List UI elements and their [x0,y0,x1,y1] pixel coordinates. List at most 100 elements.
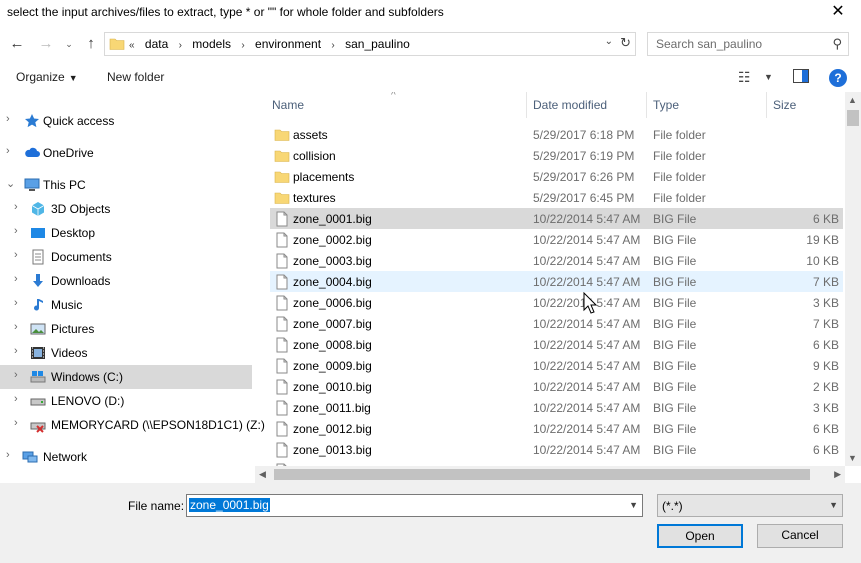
column-header-date-modified[interactable]: Date modified [526,92,646,118]
file-name-input[interactable]: zone_0001.big ▼ [186,494,643,517]
forward-arrow-icon[interactable]: → [36,34,56,54]
breadcrumb-item-data[interactable]: data [145,37,168,51]
chevron-right-icon[interactable]: › [14,273,18,285]
table-row[interactable]: zone_0010.big 10/22/2014 5:47 AM BIG File 2… [270,376,843,397]
breadcrumb-item-san-paulino[interactable]: san_paulino [345,37,410,51]
chevron-right-icon[interactable]: › [14,345,18,357]
table-row[interactable]: placements 5/29/2017 6:26 PM File folder [270,166,843,187]
file-date-modified: 10/22/2014 5:47 AM [533,317,641,331]
chevron-right-icon[interactable]: › [14,201,18,213]
open-button[interactable]: Open [657,524,743,548]
scroll-up-icon[interactable]: ▲ [848,95,857,105]
chevron-right-icon[interactable]: › [6,145,10,157]
table-row[interactable]: zone_0009.big 10/22/2014 5:47 AM BIG File 9… [270,355,843,376]
table-row[interactable]: zone_0002.big 10/22/2014 5:47 AM BIG File 1… [270,229,843,250]
change-view-icon[interactable]: ☷ [738,69,751,86]
table-row[interactable]: textures 5/29/2017 6:45 PM File folder [270,187,843,208]
nav-item-3d-objects[interactable]: › 3D Objects [0,197,252,221]
nav-item-label: Windows (C:) [51,370,124,384]
search-input[interactable]: Search san_paulino ⚲ [647,32,849,56]
column-header-type[interactable]: Type [646,92,766,118]
chevron-down-icon[interactable]: ⌄ [6,177,15,190]
table-row[interactable]: assets 5/29/2017 6:18 PM File folder [270,124,843,145]
file-name: zone_0008.big [293,338,372,352]
view-options-chevron-icon[interactable]: ▼ [764,72,773,82]
nav-item-network[interactable]: › Network [0,445,252,469]
scroll-left-icon[interactable]: ◀ [259,469,266,480]
organize-button[interactable]: Organize ▼ [16,70,78,84]
nav-item-windows-c[interactable]: › Windows (C:) [0,365,252,389]
table-row[interactable]: zone_0013.big 10/22/2014 5:47 AM BIG File 6… [270,439,843,460]
chevron-right-icon[interactable]: › [14,393,18,405]
folder-icon [274,129,290,141]
table-row[interactable]: collision 5/29/2017 6:19 PM File folder [270,145,843,166]
file-type-filter-select[interactable]: (*.*) ▼ [657,494,843,517]
breadcrumb-item-models[interactable]: models [192,37,231,51]
folder-icon [274,192,290,204]
address-bar[interactable]: « data › models › environment › san_paul… [104,32,636,56]
chevron-down-icon[interactable]: ▼ [629,500,638,510]
nav-item-label: Music [51,298,83,312]
nav-item-pictures[interactable]: › Pictures [0,317,252,341]
table-row[interactable]: zone_0003.big 10/22/2014 5:47 AM BIG File 1… [270,250,843,271]
nav-item-label: Videos [51,346,88,360]
close-icon[interactable]: ✕ [815,0,861,27]
chevron-right-icon[interactable]: › [14,369,18,381]
help-icon[interactable]: ? [829,69,847,87]
breadcrumb-overflow[interactable]: « [129,40,135,51]
table-row[interactable]: zone_0008.big 10/22/2014 5:47 AM BIG File 6… [270,334,843,355]
table-row[interactable]: zone_0007.big 10/22/2014 5:47 AM BIG File 7… [270,313,843,334]
chevron-right-icon[interactable]: › [14,321,18,333]
nav-item-music[interactable]: › Music [0,293,252,317]
table-row[interactable]: zone_0004.big 10/22/2014 5:47 AM BIG File 7… [270,271,843,292]
scroll-down-icon[interactable]: ▼ [848,453,857,463]
refresh-icon[interactable]: ↻ [620,35,631,51]
breadcrumb-separator-icon[interactable]: › [331,40,334,51]
recent-locations-chevron-icon[interactable]: ⌄ [63,34,75,54]
scroll-right-icon[interactable]: ▶ [834,469,841,480]
nav-item-videos[interactable]: › Videos [0,341,252,365]
chevron-right-icon[interactable]: › [14,249,18,261]
nav-item-quick-access[interactable]: › Quick access [0,109,252,133]
back-arrow-icon[interactable]: ← [7,34,27,54]
table-row[interactable]: zone_0011.big 10/22/2014 5:47 AM BIG File 3… [270,397,843,418]
breadcrumb-separator-icon[interactable]: › [241,40,244,51]
file-date-modified: 5/29/2017 6:45 PM [533,191,635,205]
scrollbar-thumb[interactable] [847,110,859,126]
chevron-right-icon[interactable]: › [14,225,18,237]
file-date-modified: 10/22/2014 5:47 AM [533,422,641,436]
nav-item-memorycard-z[interactable]: › MEMORYCARD (\\EPSON18D1C1) (Z:) [0,413,265,437]
file-type: BIG File [653,359,697,373]
column-header-label: Size [773,98,797,112]
documents-icon [32,249,44,265]
nav-item-lenovo-d[interactable]: › LENOVO (D:) [0,389,252,413]
new-folder-button[interactable]: New folder [107,70,164,84]
nav-item-onedrive[interactable]: › OneDrive [0,141,252,165]
nav-item-label: This PC [43,178,86,192]
chevron-down-icon[interactable]: ▼ [829,500,838,510]
preview-pane-icon[interactable] [793,69,809,86]
table-row[interactable]: zone_0006.big 10/22/2014 5:47 AM BIG File 3… [270,292,843,313]
breadcrumb-separator-icon[interactable]: › [179,40,182,51]
chevron-right-icon[interactable]: › [14,417,18,429]
column-header-name[interactable]: Name [270,92,526,118]
horizontal-scrollbar[interactable]: ◀ ▶ [255,466,845,483]
scrollbar-thumb[interactable] [274,469,810,480]
table-row[interactable]: zone_0012.big 10/22/2014 5:47 AM BIG File 6… [270,418,843,439]
chevron-right-icon[interactable]: › [6,113,10,125]
nav-item-documents[interactable]: › Documents [0,245,252,269]
search-icon[interactable]: ⚲ [832,36,842,52]
cancel-button[interactable]: Cancel [757,524,843,548]
nav-item-desktop[interactable]: › Desktop [0,221,252,245]
vertical-scrollbar[interactable]: ▲ ▼ [845,92,861,466]
file-name-value[interactable]: zone_0001.big [189,498,270,512]
column-header-size[interactable]: Size [766,92,845,118]
up-arrow-icon[interactable]: ↑ [81,34,101,54]
chevron-right-icon[interactable]: › [14,297,18,309]
breadcrumb-item-environment[interactable]: environment [255,37,321,51]
chevron-right-icon[interactable]: › [6,449,10,461]
nav-item-this-pc[interactable]: ⌄ This PC [0,173,252,197]
nav-item-downloads[interactable]: › Downloads [0,269,252,293]
address-dropdown-chevron-icon[interactable]: ⌄ [605,36,613,47]
table-row[interactable]: zone_0001.big 10/22/2014 5:47 AM BIG File 6… [270,208,843,229]
